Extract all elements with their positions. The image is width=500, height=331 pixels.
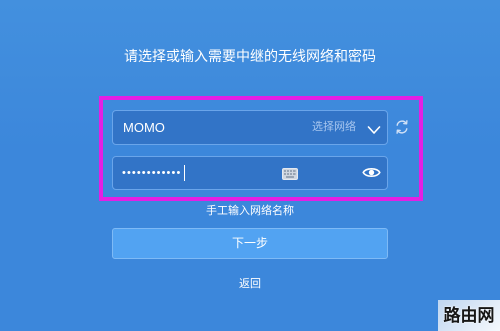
text-cursor <box>184 165 185 181</box>
page-title: 请选择或输入需要中继的无线网络和密码 <box>124 48 376 64</box>
password-field[interactable] <box>112 156 388 190</box>
manual-entry-link[interactable]: 手工输入网络名称 <box>206 205 294 217</box>
eye-icon[interactable] <box>362 166 381 179</box>
select-network-hint: 选择网络 <box>312 121 356 133</box>
network-select[interactable]: MOMO 选择网络 <box>112 110 388 145</box>
keyboard-icon[interactable] <box>282 167 298 180</box>
watermark: 路由网 <box>438 300 500 331</box>
back-link-row: 返回 <box>0 276 500 292</box>
selected-network-value: MOMO <box>123 120 165 135</box>
manual-entry-link-row: 手工输入网络名称 <box>0 203 500 219</box>
next-button[interactable]: 下一步 <box>112 228 388 259</box>
chevron-down-icon[interactable] <box>367 122 381 134</box>
back-link[interactable]: 返回 <box>239 278 261 290</box>
refresh-icon[interactable] <box>394 119 410 135</box>
password-input[interactable] <box>122 165 184 181</box>
